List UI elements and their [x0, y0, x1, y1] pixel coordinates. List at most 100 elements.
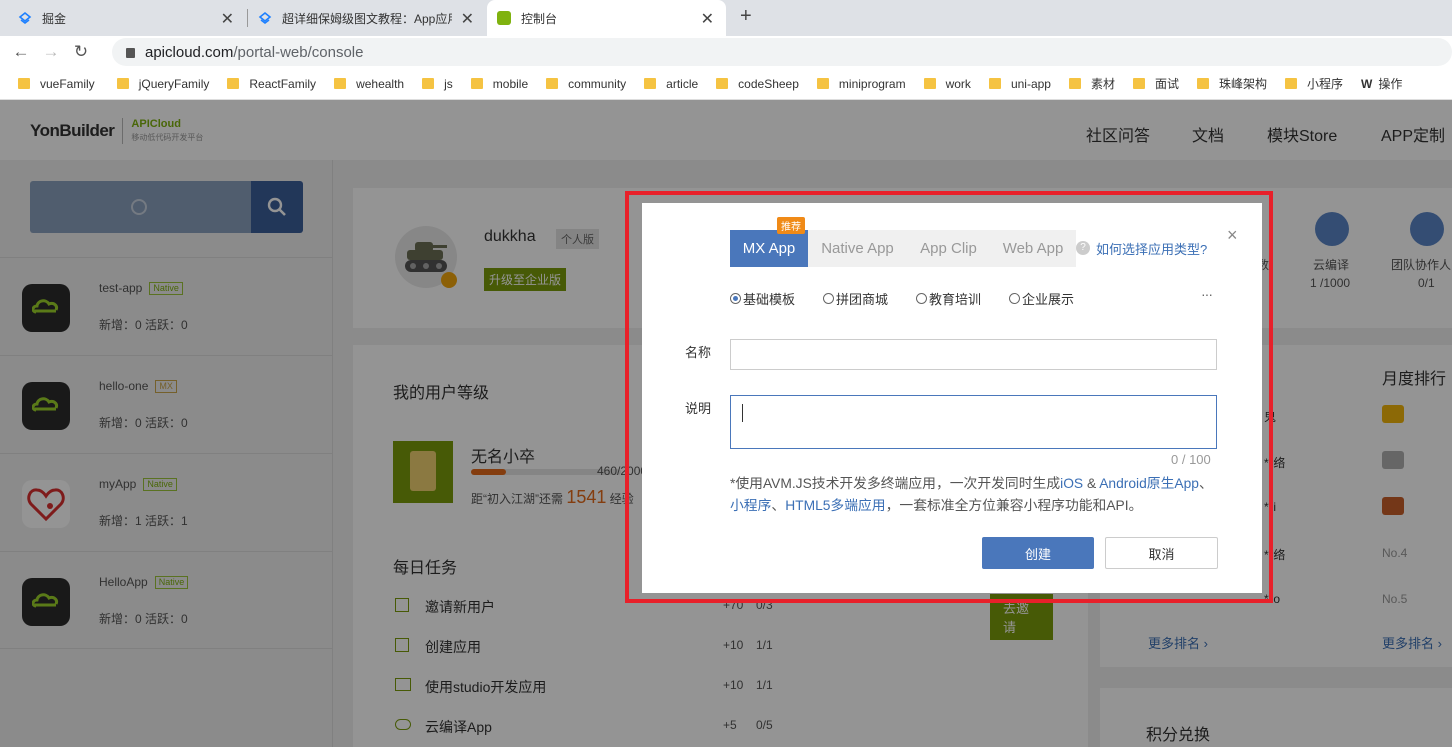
reload-icon[interactable]: ↻ [68, 39, 94, 65]
tab-web-app[interactable]: Web App [990, 230, 1076, 267]
note-text: ，一套标准全方位兼容小程序功能和API。 [885, 498, 1143, 513]
radio-icon [916, 293, 927, 304]
tab-title: 超详细保姆级图文教程：App应用 [282, 11, 452, 26]
cancel-button[interactable]: 取消 [1105, 537, 1218, 569]
bookmark-folder[interactable]: community [546, 77, 626, 91]
desc-label: 说明 [685, 401, 712, 416]
juejin-icon [258, 11, 272, 25]
folder-icon [923, 78, 936, 89]
close-tab-icon[interactable]: ✕ [221, 9, 234, 29]
url-field[interactable]: apicloud.com/portal-web/console [112, 38, 1452, 66]
juejin-icon [18, 11, 32, 25]
folder-icon [422, 78, 435, 89]
tab-juejin[interactable]: 掘金 ✕ [8, 0, 246, 36]
bookmark-label: 面试 [1154, 77, 1179, 91]
help-link[interactable]: 如何选择应用类型? [1096, 239, 1207, 258]
note-text: & [1083, 476, 1100, 491]
folder-icon [546, 78, 559, 89]
char-counter: 0 / 100 [1171, 452, 1211, 467]
bookmark-folder[interactable]: article [644, 77, 698, 91]
bookmark-label: mobile [492, 76, 529, 91]
bookmark-folder[interactable]: 面试 [1132, 75, 1179, 92]
close-tab-icon[interactable]: ✕ [701, 9, 714, 29]
tab-tutorial[interactable]: 超详细保姆级图文教程：App应用 ✕ [248, 0, 486, 36]
bookmark-label: jQueryFamily [138, 76, 210, 91]
bookmark-folder[interactable]: 素材 [1068, 75, 1115, 92]
bookmark-folder[interactable]: work [923, 76, 971, 91]
radio-label: 拼团商城 [836, 292, 889, 307]
more-templates-icon[interactable]: ··· [1201, 286, 1213, 302]
bookmark-item[interactable]: W 操作 [1361, 75, 1402, 92]
folder-icon [1197, 78, 1209, 89]
w-icon: W [1361, 76, 1373, 91]
template-radio-enterprise[interactable]: 企业展示 [1009, 289, 1074, 308]
note-text: *使用AVM.JS技术开发多终端应用，一次开发同时生成 [730, 476, 1061, 491]
tab-native-app[interactable]: Native App [808, 230, 907, 267]
tab-title: 掘金 [42, 11, 67, 26]
folder-icon [470, 78, 483, 89]
folder-icon [988, 78, 1001, 89]
description-textarea[interactable] [730, 395, 1217, 449]
bookmark-label: 珠峰架构 [1219, 77, 1268, 91]
close-button[interactable]: × [1227, 225, 1238, 246]
note-text: 、 [771, 498, 786, 513]
bookmark-folder[interactable]: wehealth [334, 77, 404, 91]
text-cursor [742, 404, 743, 422]
radio-label: 教育培训 [929, 292, 982, 307]
bookmark-folder[interactable]: js [422, 77, 453, 91]
bookmark-folder[interactable]: 珠峰架构 [1197, 75, 1267, 92]
template-radio-basic[interactable]: 基础模板 [730, 289, 795, 308]
note-link-android: Android原生App [1099, 476, 1199, 491]
folder-icon [116, 78, 129, 89]
bookmark-folder[interactable]: 小程序 [1285, 75, 1343, 92]
template-radio-group-buy[interactable]: 拼团商城 [823, 289, 888, 308]
bookmark-label: article [666, 76, 699, 91]
folder-icon [644, 78, 657, 89]
bookmark-folder[interactable]: mobile [470, 76, 529, 91]
forward-icon[interactable]: → [38, 39, 64, 65]
help-icon: ? [1076, 241, 1090, 255]
recommend-badge: 推荐 [777, 217, 805, 234]
bookmark-folder[interactable]: miniprogram [816, 76, 906, 91]
back-icon[interactable]: ← [8, 39, 34, 65]
name-input[interactable] [730, 339, 1217, 370]
bookmark-label: work [945, 76, 971, 91]
app-type-note: *使用AVM.JS技术开发多终端应用，一次开发同时生成iOS & Android… [730, 473, 1220, 517]
tab-mx-app[interactable]: MX App [730, 230, 808, 267]
folder-icon [1285, 78, 1298, 89]
bookmark-folder[interactable]: ReactFamily [227, 77, 316, 91]
template-radio-education[interactable]: 教育培训 [916, 289, 981, 308]
bookmark-folder[interactable]: jQueryFamily [116, 76, 210, 91]
new-tab-button[interactable]: + [740, 5, 752, 28]
address-bar-row: ← → ↻ apicloud.com/portal-web/console [0, 36, 1452, 68]
bookmark-folder[interactable]: uni-app [988, 76, 1051, 91]
create-button[interactable]: 创建 [982, 537, 1094, 569]
bookmark-label: js [444, 76, 453, 91]
folder-icon [816, 78, 829, 89]
bookmark-label: 操作 [1378, 77, 1403, 91]
browser-tab-bar: 掘金 ✕ 超详细保姆级图文教程：App应用 ✕ 控制台 ✕ + [0, 0, 1452, 36]
lock-icon [126, 48, 135, 58]
bookmark-folder[interactable]: codeSheep [716, 77, 799, 91]
apicloud-icon [497, 11, 511, 25]
note-link-html5: HTML5多端应用 [785, 498, 886, 513]
radio-label: 企业展示 [1022, 292, 1075, 307]
bookmark-label: 小程序 [1307, 77, 1344, 91]
name-label: 名称 [685, 345, 712, 360]
bookmark-label: uni-app [1010, 76, 1051, 91]
bookmark-folder[interactable]: vueFamily [18, 77, 95, 91]
bookmark-label: community [568, 76, 627, 91]
bookmark-label: 素材 [1090, 77, 1115, 91]
note-link-miniprogram: 小程序 [730, 498, 772, 513]
url-path: /portal-web/console [233, 43, 364, 61]
folder-icon [716, 78, 729, 89]
tab-console[interactable]: 控制台 ✕ [487, 0, 726, 36]
close-tab-icon[interactable]: ✕ [461, 9, 474, 29]
bookmark-label: miniprogram [838, 76, 906, 91]
radio-checked-icon [730, 293, 741, 304]
folder-icon [227, 78, 240, 89]
tab-app-clip[interactable]: App Clip [907, 230, 990, 267]
note-text: 、 [1198, 476, 1213, 491]
url-host: apicloud.com [145, 43, 234, 61]
radio-label: 基础模板 [743, 292, 796, 307]
